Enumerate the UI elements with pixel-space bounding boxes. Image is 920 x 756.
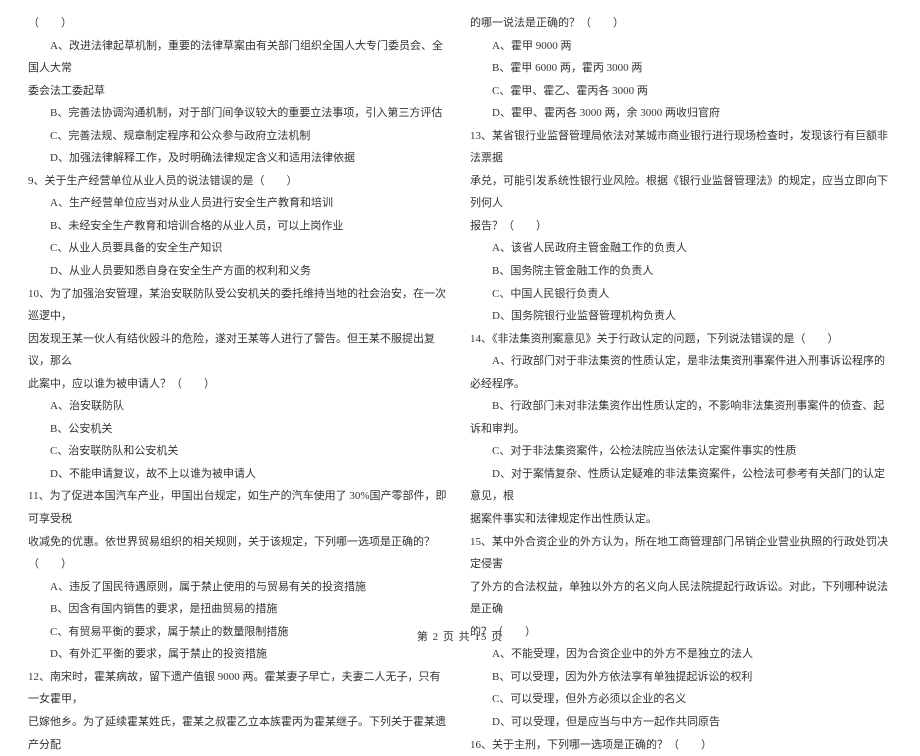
question-11: 11、为了促进本国汽车产业，甲国出台规定，如生产的汽车使用了 30%国产零部件，… (28, 485, 450, 530)
option-b: B、完善法协调沟通机制，对于部门间争议较大的重要立法事项，引入第三方评估 (28, 102, 450, 125)
page-footer: 第 2 页 共 15 页 (0, 628, 920, 644)
option-d: D、国务院银行业监督管理机构负责人 (470, 305, 892, 328)
question-15: 15、某中外合资企业的外方认为，所在地工商管理部门吊销企业营业执照的行政处罚决定… (470, 531, 892, 576)
option-c: C、从业人员要具备的安全生产知识 (28, 237, 450, 260)
text-line: 因发现王某一伙人有结伙殴斗的危险，遂对王某等人进行了警告。但王某不服提出复议，那… (28, 328, 450, 373)
option-b: B、可以受理，因为外方依法享有单独提起诉讼的权利 (470, 666, 892, 689)
option-d: D、加强法律解释工作，及时明确法律规定含义和适用法律依据 (28, 147, 450, 170)
question-10: 10、为了加强治安管理，某治安联防队受公安机关的委托维持当地的社会治安，在一次巡… (28, 283, 450, 328)
question-16: 16、关于主刑，下列哪一选项是正确的？（ ） (470, 734, 892, 756)
option-b: B、公安机关 (28, 418, 450, 441)
question-9: 9、关于生产经营单位从业人员的说法错误的是（ ） (28, 170, 450, 193)
text-line: 了外方的合法权益，单独以外方的名义向人民法院提起行政诉讼。对此，下列哪种说法是正… (470, 576, 892, 621)
option-d: D、从业人员要知悉自身在安全生产方面的权利和义务 (28, 260, 450, 283)
question-14: 14、《非法集资刑案意见》关于行政认定的问题，下列说法错误的是（ ） (470, 328, 892, 351)
option-a: A、不能受理，因为合资企业中的外方不是独立的法人 (470, 643, 892, 666)
option-c: C、治安联防队和公安机关 (28, 440, 450, 463)
option-b: B、因含有国内销售的要求，是扭曲贸易的措施 (28, 598, 450, 621)
text-line: 委会法工委起草 (28, 80, 450, 103)
option-a: A、行政部门对于非法集资的性质认定，是非法集资刑事案件进入刑事诉讼程序的必经程序… (470, 350, 892, 395)
option-b: B、国务院主管金融工作的负责人 (470, 260, 892, 283)
option-d: D、对于案情复杂、性质认定疑难的非法集资案件，公检法可参考有关部门的认定意见，根 (470, 463, 892, 508)
question-13: 13、某省银行业监督管理局依法对某城市商业银行进行现场检查时，发现该行有巨额非法… (470, 125, 892, 170)
option-b: B、霍甲 6000 两，霍丙 3000 两 (470, 57, 892, 80)
text-line: 收减免的优惠。依世界贸易组织的相关规则，关于该规定，下列哪一选项是正确的？（ ） (28, 531, 450, 576)
option-d: D、霍甲、霍丙各 3000 两，余 3000 两收归官府 (470, 102, 892, 125)
option-a: A、霍甲 9000 两 (470, 35, 892, 58)
option-a: A、改进法律起草机制，重要的法律草案由有关部门组织全国人大专门委员会、全国人大常 (28, 35, 450, 80)
text-line: 据案件事实和法律规定作出性质认定。 (470, 508, 892, 531)
text-line: 报告？（ ） (470, 215, 892, 238)
text-line: （ ） (28, 12, 450, 35)
option-a: A、治安联防队 (28, 395, 450, 418)
option-d: D、不能申请复议，故不上以谁为被申请人 (28, 463, 450, 486)
option-c: C、可以受理，但外方必须以企业的名义 (470, 688, 892, 711)
question-12: 12、南宋时，霍某病故，留下遗产值银 9000 两。霍某妻子早亡，夫妻二人无子，… (28, 666, 450, 711)
option-a: A、生产经营单位应当对从业人员进行安全生产教育和培训 (28, 192, 450, 215)
option-a: A、该省人民政府主管金融工作的负责人 (470, 237, 892, 260)
text-line: 已嫁他乡。为了延续霍某姓氏，霍某之叔霍乙立本族霍丙为霍某继子。下列关于霍某遗产分… (28, 711, 450, 756)
option-c: C、霍甲、霍乙、霍丙各 3000 两 (470, 80, 892, 103)
option-c: C、完善法规、规章制定程序和公众参与政府立法机制 (28, 125, 450, 148)
left-column: （ ） A、改进法律起草机制，重要的法律草案由有关部门组织全国人大专门委员会、全… (28, 12, 450, 600)
text-line: 的哪一说法是正确的？（ ） (470, 12, 892, 35)
option-c: C、对于非法集资案件，公检法院应当依法认定案件事实的性质 (470, 440, 892, 463)
right-column: 的哪一说法是正确的？（ ） A、霍甲 9000 两 B、霍甲 6000 两，霍丙… (470, 12, 892, 600)
option-b: B、行政部门未对非法集资作出性质认定的，不影响非法集资刑事案件的侦查、起诉和审判… (470, 395, 892, 440)
option-c: C、中国人民银行负责人 (470, 283, 892, 306)
text-line: 此案中，应以谁为被申请人？（ ） (28, 373, 450, 396)
page-container: （ ） A、改进法律起草机制，重要的法律草案由有关部门组织全国人大专门委员会、全… (0, 0, 920, 630)
option-d: D、有外汇平衡的要求，属于禁止的投资措施 (28, 643, 450, 666)
option-a: A、违反了国民待遇原则，属于禁止使用的与贸易有关的投资措施 (28, 576, 450, 599)
option-d: D、可以受理，但是应当与中方一起作共同原告 (470, 711, 892, 734)
text-line: 承兑，可能引发系统性银行业风险。根据《银行业监督管理法》的规定，应当立即向下列何… (470, 170, 892, 215)
option-b: B、未经安全生产教育和培训合格的从业人员，可以上岗作业 (28, 215, 450, 238)
